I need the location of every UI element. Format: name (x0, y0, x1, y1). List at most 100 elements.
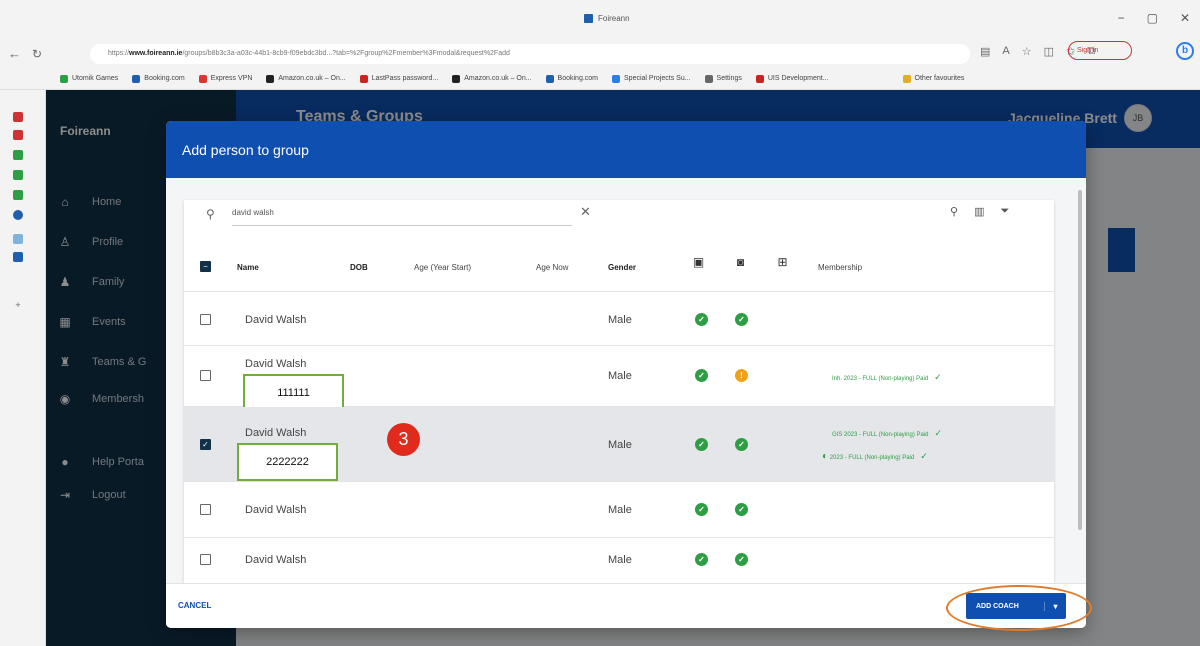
bookmark[interactable]: Booking.com (132, 74, 185, 83)
search-icon: ⚲ (206, 207, 215, 221)
clear-search-icon[interactable]: ✕ (580, 204, 591, 220)
tab-title: Foireann (598, 14, 630, 23)
column-name[interactable]: Name (237, 263, 259, 272)
favorite-star-icon[interactable]: ☆ (1022, 45, 1032, 58)
read-aloud-icon[interactable]: A (1002, 45, 1009, 58)
row-checkbox[interactable] (200, 504, 211, 515)
bookmark[interactable]: Amazon.co.uk – On... (266, 74, 346, 83)
column-membership[interactable]: Membership (818, 263, 862, 272)
search-input[interactable] (232, 200, 572, 226)
bookmark-label: Amazon.co.uk – On... (278, 75, 346, 82)
membership-text: GIS 2023 - FULL (Non-playing) Paid (832, 432, 929, 438)
warning-circle-icon: ! (735, 369, 748, 382)
filter-icon[interactable]: ⏷ (1000, 205, 1009, 218)
bookmark-label: LastPass password... (371, 75, 439, 82)
bookmark[interactable]: Special Projects Su... (612, 74, 691, 83)
close-window-button[interactable]: ✕ (1180, 11, 1190, 25)
check-circle-icon: ✓ (735, 313, 748, 326)
bookmark-label: Special Projects Su... (624, 75, 691, 82)
membership-badge: GIS 2023 - FULL (Non-playing) Paid ✓ (832, 428, 942, 439)
mail-icon[interactable] (13, 130, 23, 140)
favicon-icon (584, 14, 593, 23)
scrollbar-thumb[interactable] (1078, 190, 1082, 530)
person-gender: Male (608, 314, 632, 326)
mail-icon[interactable] (13, 112, 23, 122)
membership-badge: ◐ 2023 - FULL (Non-playing) Paid ✓ (822, 451, 928, 462)
check-icon: ✓ (934, 372, 942, 382)
address-bar[interactable]: https://www.foireann.ie/groups/b8b3c3a-a… (90, 44, 970, 64)
bookmark-icon (60, 74, 68, 83)
column-dob[interactable]: DOB (350, 263, 368, 272)
add-icon[interactable]: + (13, 300, 23, 310)
url-prefix: https:// (108, 50, 130, 57)
bookmark-label: Utomik Games (72, 75, 119, 82)
bing-icon[interactable]: b (1176, 42, 1194, 60)
column-gender[interactable]: Gender (608, 263, 636, 272)
step-marker: 3 (387, 423, 420, 456)
check-circle-icon: ✓ (735, 553, 748, 566)
check-icon: ✓ (920, 451, 928, 461)
bookmark-icon (266, 74, 275, 83)
bookmark-icon (452, 74, 461, 83)
person-name: David Walsh (245, 427, 307, 439)
columns-icon[interactable]: ▥ (974, 205, 984, 218)
check-circle-icon: ✓ (695, 313, 708, 326)
back-icon[interactable]: ← (8, 46, 21, 61)
row-checkbox-checked[interactable]: ✓ (200, 439, 211, 450)
other-favourites[interactable]: Other favourites (902, 74, 965, 83)
bookmark-label: UIS Development... (767, 75, 829, 82)
split-screen-icon[interactable]: ◫ (1044, 45, 1054, 58)
bookmark[interactable]: Settings (704, 74, 742, 83)
app-icon[interactable] (13, 210, 23, 220)
sheets-icon[interactable] (13, 170, 23, 180)
bookmarks-bar: Utomik Games Booking.com Express VPN Ama… (0, 68, 1200, 90)
row-checkbox[interactable] (200, 370, 211, 381)
club-crest-icon: ◐ (822, 451, 829, 462)
membership-text: Inh. 2023 - FULL (Non-playing) Paid (832, 376, 929, 382)
check-circle-icon: ✓ (735, 438, 748, 451)
bookmark[interactable]: Booking.com (545, 74, 598, 83)
person-name: David Walsh (245, 358, 307, 370)
sheets-icon[interactable] (13, 190, 23, 200)
select-all-checkbox[interactable]: − (200, 261, 211, 272)
bookmark-icon (612, 74, 621, 83)
search-icon[interactable]: ⚲ (950, 205, 958, 218)
bookmark[interactable]: Amazon.co.uk – On... (452, 74, 532, 83)
add-coach-highlight-ring (946, 585, 1092, 631)
bookmark-icon (132, 74, 141, 83)
column-age-now[interactable]: Age Now (536, 263, 568, 272)
app-icon[interactable] (13, 252, 23, 262)
membership-text: 2023 - FULL (Non-playing) Paid (829, 455, 915, 461)
check-circle-icon: ✓ (695, 369, 708, 382)
maximize-button[interactable]: ▢ (1147, 11, 1158, 25)
bookmark-label: Other favourites (914, 75, 965, 82)
sheets-icon[interactable] (13, 150, 23, 160)
add-box-icon: ⊞ (777, 255, 788, 269)
app-icon[interactable] (13, 234, 23, 244)
column-age-year-start[interactable]: Age (Year Start) (414, 263, 471, 272)
check-circle-icon: ✓ (695, 438, 708, 451)
refresh-icon[interactable]: ↻ (32, 47, 42, 61)
minimize-button[interactable]: − (1118, 11, 1125, 25)
bookmark[interactable]: LastPass password... (359, 74, 439, 83)
bookmark[interactable]: UIS Development... (755, 74, 829, 83)
member-id-annotation: 2222222 (237, 443, 338, 481)
browser-tab[interactable]: Foireann (584, 14, 630, 23)
bookmark-icon (198, 74, 207, 83)
reader-icon[interactable]: ▤ (980, 45, 990, 58)
bookmark[interactable]: Utomik Games (60, 74, 119, 83)
bookmark-icon (359, 74, 368, 83)
row-checkbox[interactable] (200, 314, 211, 325)
person-name: David Walsh (245, 504, 307, 516)
url-path: /groups/b8b3c3a-a03c-44b1-8cb9-f09ebdc3b… (182, 50, 510, 57)
browser-sidebar: + (0, 90, 46, 646)
row-checkbox[interactable] (200, 554, 211, 565)
bookmark[interactable]: Express VPN (198, 74, 252, 83)
bookmark-label: Settings (716, 75, 742, 82)
cancel-button[interactable]: CANCEL (178, 601, 211, 610)
bookmark-icon (545, 74, 554, 83)
signin-button[interactable]: Sign in (1068, 41, 1132, 60)
bookmark-label: Amazon.co.uk – On... (464, 75, 532, 82)
dialog-title: Add person to group (182, 142, 309, 158)
dialog-header: Add person to group (166, 121, 1086, 178)
